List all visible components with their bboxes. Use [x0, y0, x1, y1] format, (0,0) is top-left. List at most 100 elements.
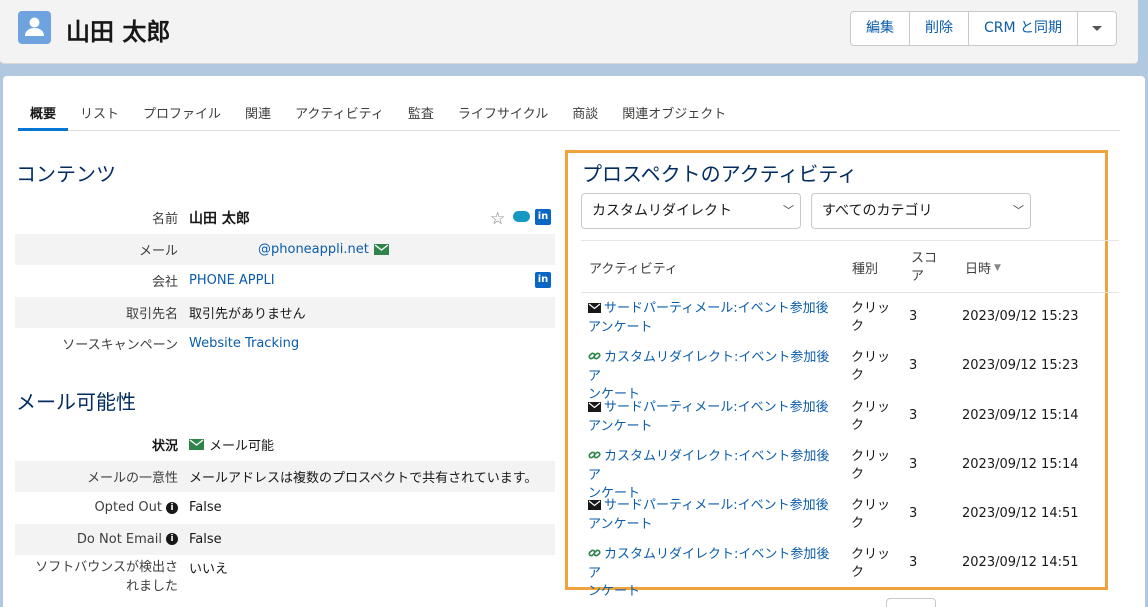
field-value-opted-out: False: [189, 500, 222, 516]
activity-type-value: カスタムリダイレクト: [592, 203, 732, 219]
field-label-continued: れました: [125, 579, 178, 594]
field-label: 会社: [151, 275, 178, 291]
linkedin-icon[interactable]: in: [535, 272, 551, 288]
link-icon: [588, 449, 601, 467]
tab-related-objects[interactable]: 関連オブジェクト: [610, 103, 738, 131]
tab-bar: 概要 リスト プロファイル 関連 アクティビティ 監査 ライフサイクル 商談 関…: [18, 103, 1120, 131]
activity-score: 3: [909, 555, 918, 571]
activity-name[interactable]: カスタムリダイレクト:イベント参加後ア: [588, 449, 829, 483]
tab-opportunities[interactable]: 商談: [560, 103, 610, 131]
table-row: カスタムリダイレクト:イベント参加後ア ンケート クリック 3 2023/09/12 1…: [581, 539, 1119, 599]
mailability-fields: 状況 メール可能 メールの一意性 メールアドレスは複数のプロスペクトで共有されて…: [15, 429, 555, 597]
activity-type: クリッ: [851, 498, 891, 514]
column-header-type[interactable]: 種別: [852, 241, 878, 294]
chevron-down-icon: [1092, 26, 1103, 31]
activity-date: 2023/09/12 14:51: [962, 555, 1079, 571]
table-row: サードパーティメール:イベント参加後 アンケート クリック 3 2023/09/12 1…: [581, 490, 1119, 539]
envelope-verified-icon: [189, 439, 204, 451]
star-icon[interactable]: ☆: [490, 209, 505, 229]
activity-type-continued: ク: [851, 466, 865, 482]
crm-sync-button[interactable]: CRM と同期: [969, 12, 1079, 45]
field-label: Do Not Email: [76, 531, 162, 547]
activity-type-continued: ク: [851, 565, 865, 581]
field-row-account: 取引先名 取引先がありません: [15, 296, 555, 328]
envelope-icon: [588, 400, 601, 418]
column-header-activity: アクティビティ: [589, 262, 678, 277]
field-label: ソースキャンペーン: [62, 338, 178, 354]
activity-score: 3: [909, 309, 918, 324]
activity-type: クリッ: [851, 350, 891, 366]
activity-link[interactable]: サードパーティメール:イベント参加後アンケート: [588, 300, 840, 337]
tab-overview[interactable]: 概要: [18, 103, 69, 131]
tab-profile[interactable]: プロファイル: [131, 103, 233, 131]
tab-activity[interactable]: アクティビティ: [283, 103, 396, 131]
field-value-status: メール可能: [209, 439, 275, 455]
activity-type: クリッ: [851, 399, 891, 415]
info-icon[interactable]: i: [166, 501, 178, 514]
company-link[interactable]: PHONE APPLI: [189, 273, 275, 288]
field-label: メール: [138, 243, 178, 259]
sort-desc-icon: ▼: [994, 262, 1001, 273]
activity-name-continued[interactable]: ンケート: [588, 584, 640, 599]
email-link[interactable]: @phoneappli.net: [258, 242, 369, 257]
activity-link[interactable]: サードパーティメール:イベント参加後アンケート: [588, 399, 840, 436]
field-row-source-campaign: ソースキャンペーン Website Tracking: [15, 328, 555, 360]
field-row-company: 会社 PHONE APPLI in: [15, 265, 555, 297]
envelope-icon: [588, 301, 601, 319]
activity-type-continued: ク: [851, 417, 865, 433]
activity-name-continued[interactable]: アンケート: [588, 320, 652, 335]
activity-type-continued: ク: [851, 368, 865, 384]
activity-name[interactable]: サードパーティメール:イベント参加後: [604, 498, 829, 513]
activity-link[interactable]: サードパーティメール:イベント参加後アンケート: [588, 497, 840, 534]
activity-link[interactable]: カスタムリダイレクト:イベント参加後アンケート: [588, 546, 840, 601]
activity-date: 2023/09/12 14:51: [962, 506, 1079, 522]
activity-type-select[interactable]: カスタムリダイレクト ﹀: [581, 193, 801, 229]
more-actions-button[interactable]: [1078, 12, 1117, 45]
field-row-status: 状況 メール可能: [15, 429, 555, 461]
activity-date: 2023/09/12 15:23: [962, 358, 1079, 374]
envelope-verified-icon: [373, 243, 389, 255]
field-label: 状況: [151, 439, 178, 455]
column-header-date[interactable]: 日時: [965, 258, 991, 277]
activity-category-value: すべてのカテゴリ: [822, 203, 933, 219]
activity-name[interactable]: サードパーティメール:イベント参加後: [604, 301, 829, 316]
field-value-soft-bounce: いいえ: [189, 562, 229, 577]
table-header-row: アクティビティ 種別 スコ ア 日時 ▼: [581, 240, 1119, 293]
activity-name[interactable]: カスタムリダイレクト:イベント参加後ア: [588, 547, 829, 581]
activity-type: クリッ: [851, 547, 891, 563]
field-row-name: 名前 山田 太郎 ☆ in: [15, 202, 555, 234]
activity-name-continued[interactable]: アンケート: [588, 517, 652, 532]
tab-audit[interactable]: 監査: [396, 103, 446, 131]
activity-name[interactable]: カスタムリダイレクト:イベント参加後ア: [588, 350, 829, 384]
activity-table: アクティビティ 種別 スコ ア 日時 ▼ サードパーティメール:イベント参加後ア…: [581, 240, 1119, 599]
field-row-opted-out: Opted Out i False: [15, 492, 555, 524]
field-label: メールの一意性: [86, 470, 178, 486]
linkedin-icon[interactable]: in: [535, 209, 551, 225]
pagination-button[interactable]: [886, 598, 936, 607]
field-value-account: 取引先がありません: [189, 306, 306, 322]
field-row-email-uniqueness: メールの一意性 メールアドレスは複数のプロスペクトで共有されています。: [15, 460, 555, 492]
column-header-score[interactable]: スコ: [911, 250, 937, 268]
tab-lifecycle[interactable]: ライフサイクル: [446, 103, 560, 131]
field-value-name: 山田 太郎: [189, 210, 250, 227]
contact-avatar-icon: [18, 11, 51, 44]
tab-list[interactable]: リスト: [68, 103, 131, 131]
field-row-do-not-email: Do Not Email i False: [15, 523, 555, 555]
column-header-score-continued: ア: [911, 268, 925, 284]
salesforce-cloud-icon[interactable]: [513, 211, 530, 222]
activity-category-select[interactable]: すべてのカテゴリ ﹀: [811, 193, 1031, 229]
field-label: 取引先名: [125, 306, 178, 322]
delete-button[interactable]: 削除: [910, 12, 969, 45]
activity-score: 3: [909, 358, 918, 374]
table-row: カスタムリダイレクト:イベント参加後ア ンケート クリック 3 2023/09/12 1…: [581, 342, 1119, 402]
info-icon[interactable]: i: [166, 533, 178, 546]
field-value-do-not-email: False: [189, 531, 222, 547]
activity-name[interactable]: サードパーティメール:イベント参加後: [604, 400, 829, 415]
activity-score: 3: [909, 506, 918, 522]
chevron-down-icon: ﹀: [783, 204, 794, 217]
edit-button[interactable]: 編集: [851, 12, 910, 45]
record-header: 山田 太郎 編集 削除 CRM と同期: [0, 0, 1138, 64]
source-campaign-link[interactable]: Website Tracking: [189, 336, 299, 351]
tab-related[interactable]: 関連: [233, 103, 283, 131]
activity-name-continued[interactable]: アンケート: [588, 419, 652, 434]
